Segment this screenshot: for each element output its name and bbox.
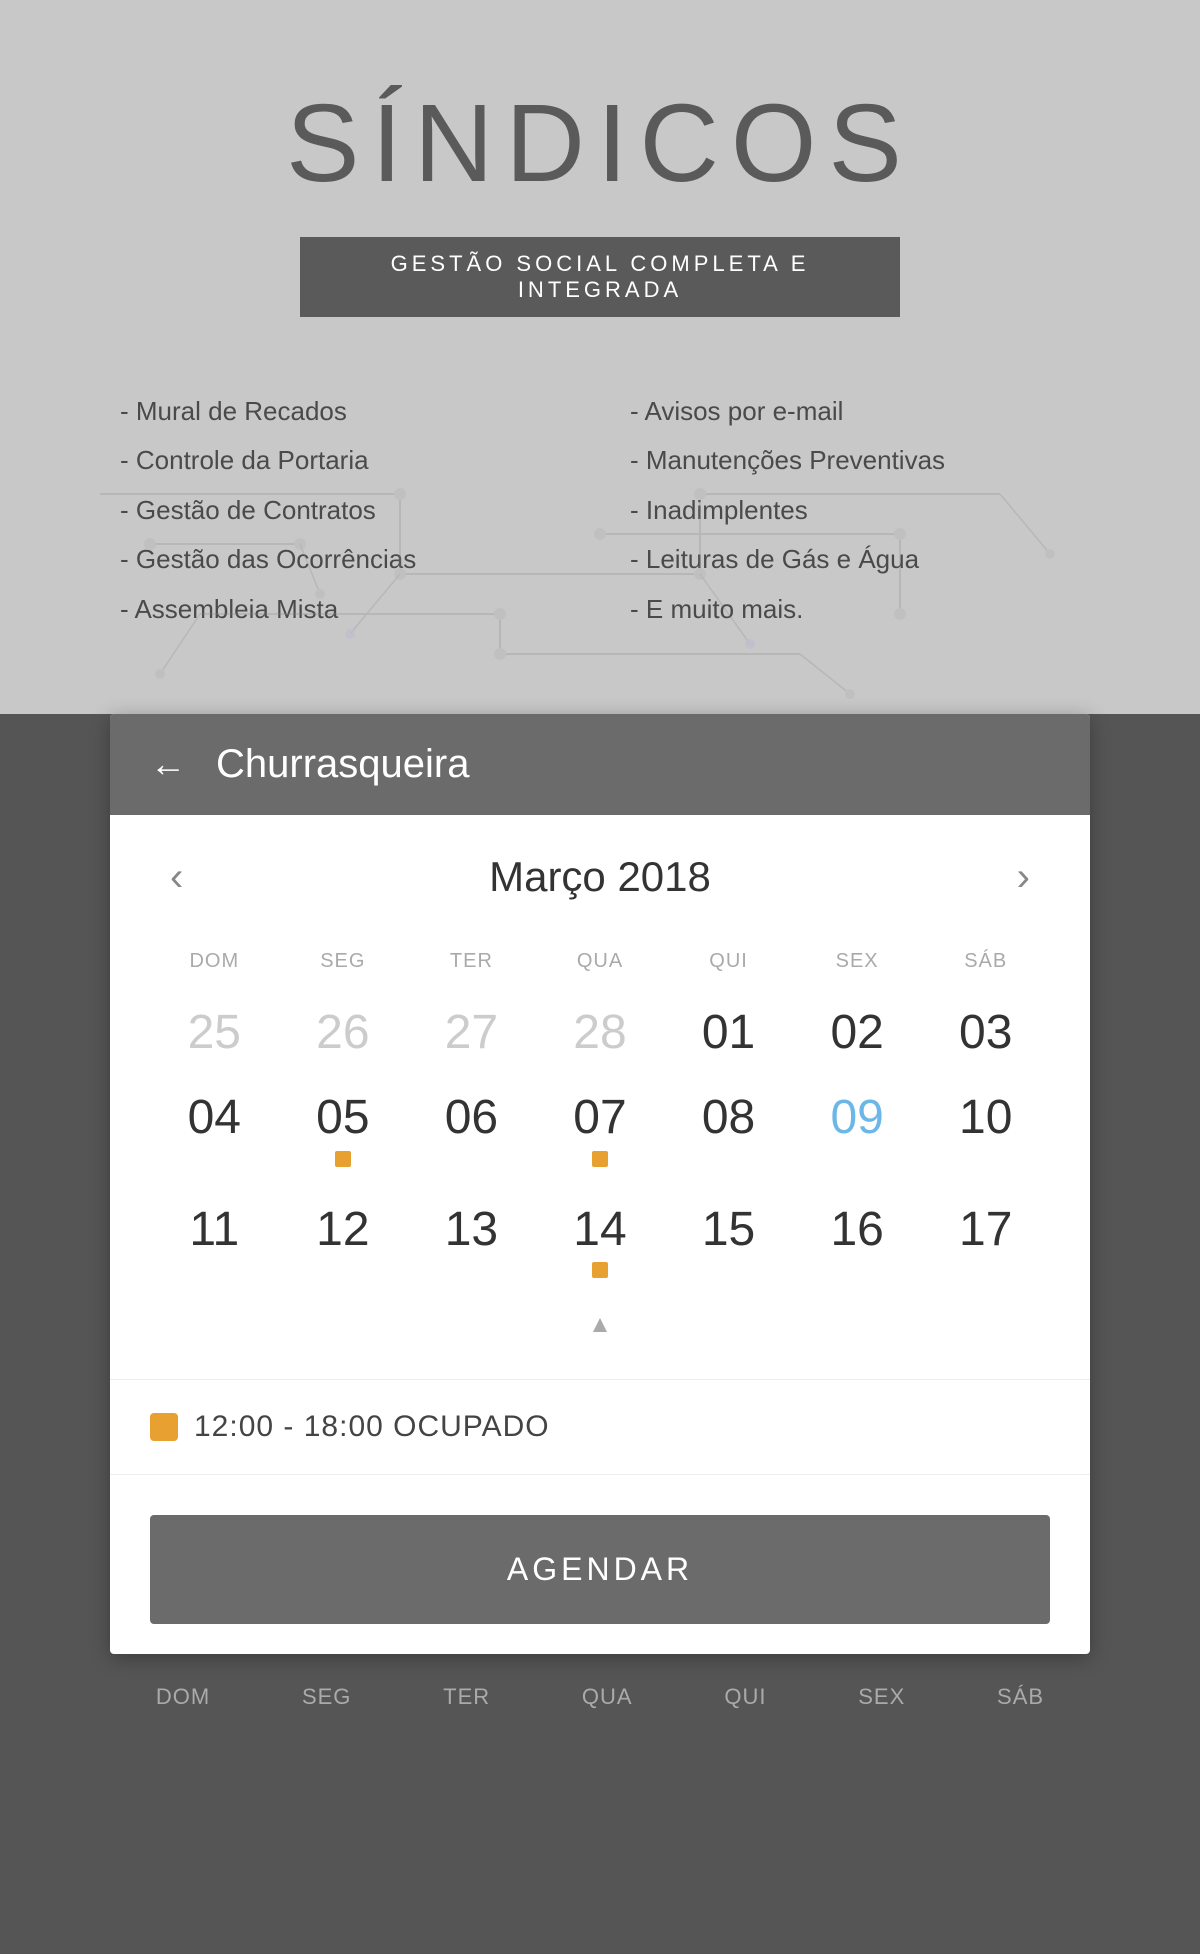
table-row[interactable]: 02 [793, 993, 922, 1078]
prev-month-button[interactable]: ‹ [150, 845, 203, 910]
slot-indicator-icon [150, 1413, 178, 1441]
calendar: ‹ Março 2018 › DOM SEG TER QUA QUI SEX S… [110, 815, 1090, 1379]
subtitle-bar: GESTÃO SOCIAL COMPLETA E INTEGRADA [300, 237, 900, 317]
table-row[interactable]: 16 [793, 1190, 922, 1302]
weekday-qui: QUI [664, 940, 793, 993]
bottom-weekdays-row: DOM SEG TER QUA QUI SEX SÁB [0, 1654, 1200, 1730]
table-row[interactable]: 05 [279, 1078, 408, 1190]
top-section: SÍNDICOS GESTÃO SOCIAL COMPLETA E INTEGR… [0, 0, 1200, 714]
circuit-decoration [0, 414, 1200, 714]
table-row[interactable]: 17 [921, 1190, 1050, 1302]
table-row[interactable]: 07 [536, 1078, 665, 1190]
bottom-section: ← Churrasqueira ‹ Março 2018 › DOM SEG T… [0, 714, 1200, 1954]
month-year-label: Março 2018 [489, 853, 711, 901]
app-title: SÍNDICOS [60, 80, 1140, 207]
table-row[interactable]: 27 [407, 993, 536, 1078]
bottom-weekday-dom: DOM [156, 1684, 210, 1710]
weekday-sex: SEX [793, 940, 922, 993]
table-row[interactable]: 04 [150, 1078, 279, 1190]
card-header: ← Churrasqueira [110, 714, 1090, 815]
back-button[interactable]: ← [150, 743, 186, 785]
next-month-button[interactable]: › [997, 845, 1050, 910]
table-row[interactable]: 15 [664, 1190, 793, 1302]
weekday-sab: SÁB [921, 940, 1050, 993]
table-row[interactable]: 26 [279, 993, 408, 1078]
bottom-weekday-qui: QUI [724, 1684, 766, 1710]
table-row[interactable]: 13 [407, 1190, 536, 1302]
table-row[interactable]: 12 [279, 1190, 408, 1302]
table-row[interactable]: 28 [536, 993, 665, 1078]
table-row[interactable]: 11 [150, 1190, 279, 1302]
bottom-weekday-ter: TER [443, 1684, 490, 1710]
table-row[interactable]: 25 [150, 993, 279, 1078]
reservation-card: ← Churrasqueira ‹ Março 2018 › DOM SEG T… [110, 714, 1090, 1654]
weekday-ter: TER [407, 940, 536, 993]
event-dot [592, 1262, 608, 1278]
table-row[interactable]: 01 [664, 993, 793, 1078]
table-row[interactable]: 09 [793, 1078, 922, 1190]
weekday-qua: QUA [536, 940, 665, 993]
table-row[interactable]: 06 [407, 1078, 536, 1190]
table-row[interactable]: 10 [921, 1078, 1050, 1190]
weekday-seg: SEG [279, 940, 408, 993]
card-title: Churrasqueira [216, 742, 469, 787]
calendar-navigation: ‹ Março 2018 › [150, 845, 1050, 910]
time-slot: 12:00 - 18:00 OCUPADO [110, 1380, 1090, 1475]
bottom-weekday-sab: SÁB [997, 1684, 1044, 1710]
bottom-weekday-sex: SEX [858, 1684, 905, 1710]
table-row[interactable]: 03 [921, 993, 1050, 1078]
table-row[interactable]: 14 [536, 1190, 665, 1302]
agendar-button[interactable]: AGENDAR [150, 1515, 1050, 1624]
bottom-weekday-qua: QUA [582, 1684, 633, 1710]
event-dot [592, 1151, 608, 1167]
expand-arrow-icon[interactable]: ▲ [150, 1301, 1050, 1349]
weekday-dom: DOM [150, 940, 279, 993]
bottom-weekday-seg: SEG [302, 1684, 351, 1710]
calendar-grid: DOM SEG TER QUA QUI SEX SÁB 25 26 27 28 … [150, 940, 1050, 1301]
table-row[interactable]: 08 [664, 1078, 793, 1190]
slot-text: 12:00 - 18:00 OCUPADO [194, 1410, 550, 1444]
event-dot [335, 1151, 351, 1167]
